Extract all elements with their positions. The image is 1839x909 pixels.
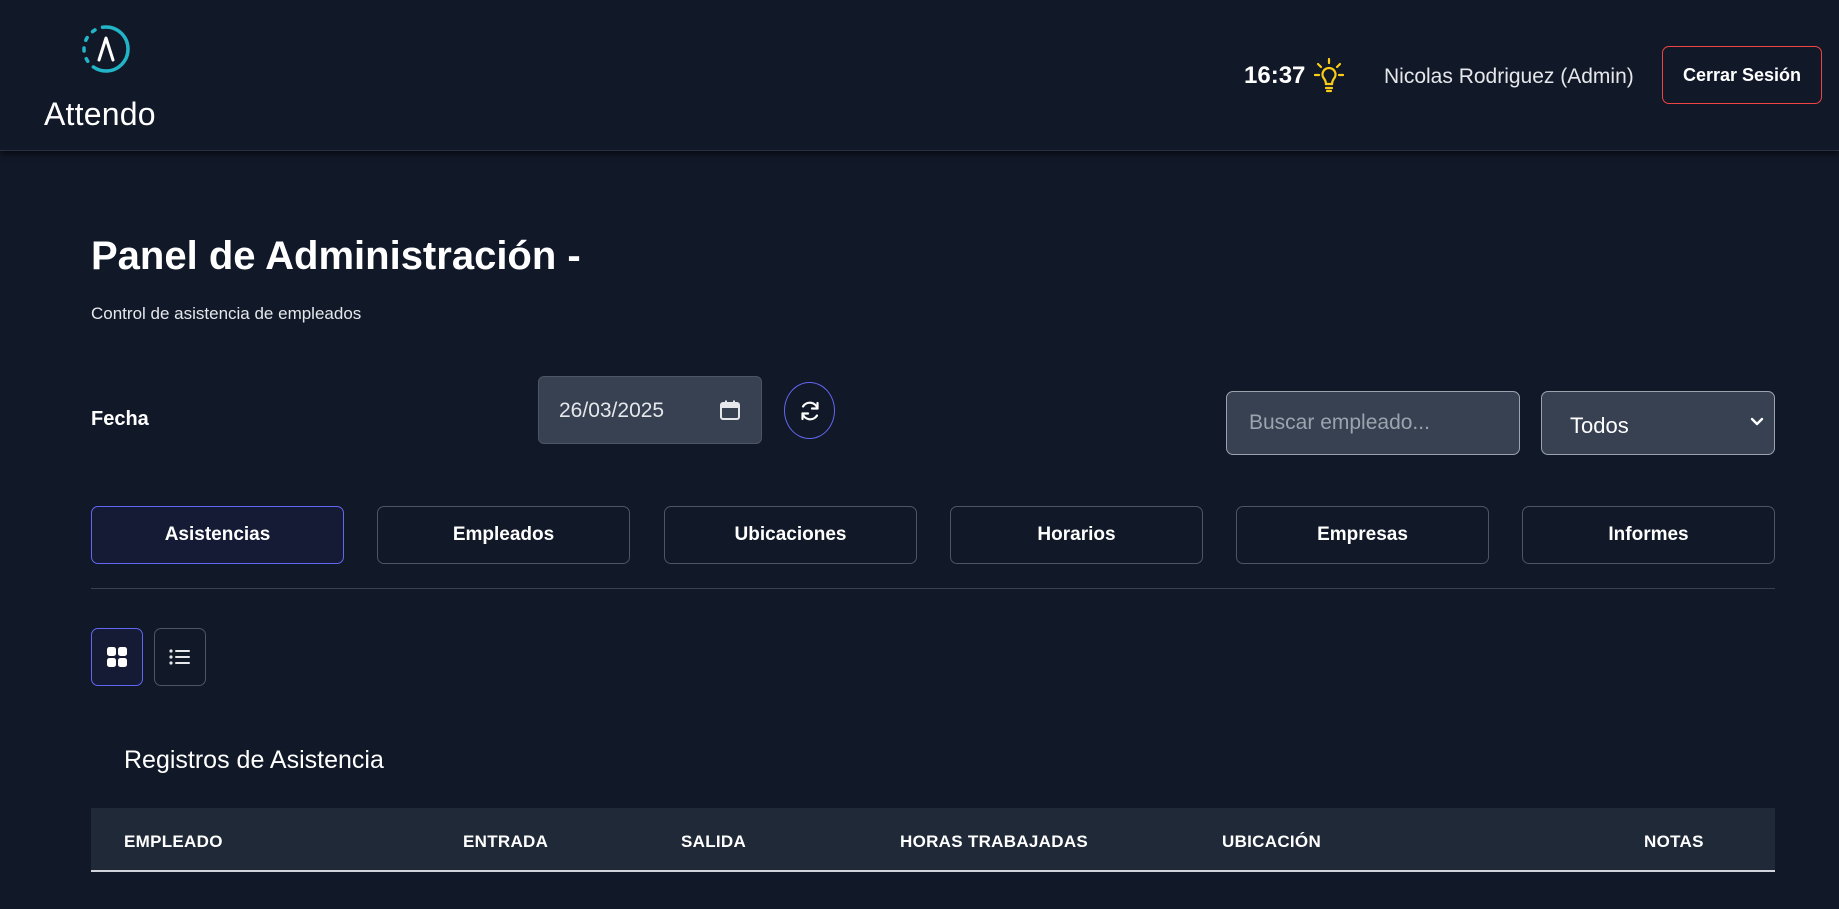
logout-button[interactable]: Cerrar Sesión	[1662, 46, 1822, 104]
page-title: Panel de Administración -	[91, 234, 581, 278]
column-header-employee[interactable]: EMPLEADO	[124, 832, 223, 852]
app-header: Attendo 16:37 Nicolas Rodriguez (Admin) …	[0, 0, 1839, 151]
grid-view-button[interactable]	[91, 628, 143, 686]
tab-informes[interactable]: Informes	[1522, 506, 1775, 564]
column-header-notes[interactable]: NOTAS	[1644, 832, 1704, 852]
column-header-exit[interactable]: SALIDA	[681, 832, 746, 852]
tab-empleados[interactable]: Empleados	[377, 506, 630, 564]
column-header-hours-worked[interactable]: HORAS TRABAJADAS	[900, 832, 1088, 852]
current-user: Nicolas Rodriguez (Admin)	[1384, 65, 1634, 88]
list-view-icon	[169, 649, 190, 665]
column-header-entry[interactable]: ENTRADA	[463, 832, 548, 852]
logo-icon	[78, 20, 132, 78]
attendance-records-title: Registros de Asistencia	[124, 746, 384, 774]
refresh-button[interactable]	[784, 382, 835, 439]
tab-asistencias[interactable]: Asistencias	[91, 506, 344, 564]
lightbulb-icon[interactable]	[1313, 57, 1345, 94]
calendar-icon[interactable]	[719, 399, 741, 421]
filter-selected-value: Todos	[1570, 413, 1629, 438]
list-view-button[interactable]	[154, 628, 206, 686]
tab-ubicaciones[interactable]: Ubicaciones	[664, 506, 917, 564]
column-header-location[interactable]: UBICACIÓN	[1222, 832, 1321, 852]
date-picker[interactable]: 26/03/2025	[538, 376, 762, 444]
date-label: Fecha	[91, 408, 149, 430]
table-header: EMPLEADO ENTRADA SALIDA HORAS TRABAJADAS…	[91, 808, 1775, 872]
employee-search-input[interactable]	[1226, 391, 1520, 455]
tab-horarios[interactable]: Horarios	[950, 506, 1203, 564]
refresh-icon	[801, 401, 819, 421]
tab-empresas[interactable]: Empresas	[1236, 506, 1489, 564]
brand-name: Attendo	[44, 96, 156, 132]
section-divider	[91, 588, 1775, 589]
page-subtitle: Control de asistencia de empleados	[91, 304, 362, 323]
current-time: 16:37	[1244, 62, 1306, 89]
grid-view-icon	[107, 647, 127, 667]
chevron-down-icon	[1750, 417, 1764, 426]
date-value: 26/03/2025	[559, 399, 665, 422]
filter-select[interactable]: Todos	[1541, 391, 1775, 455]
